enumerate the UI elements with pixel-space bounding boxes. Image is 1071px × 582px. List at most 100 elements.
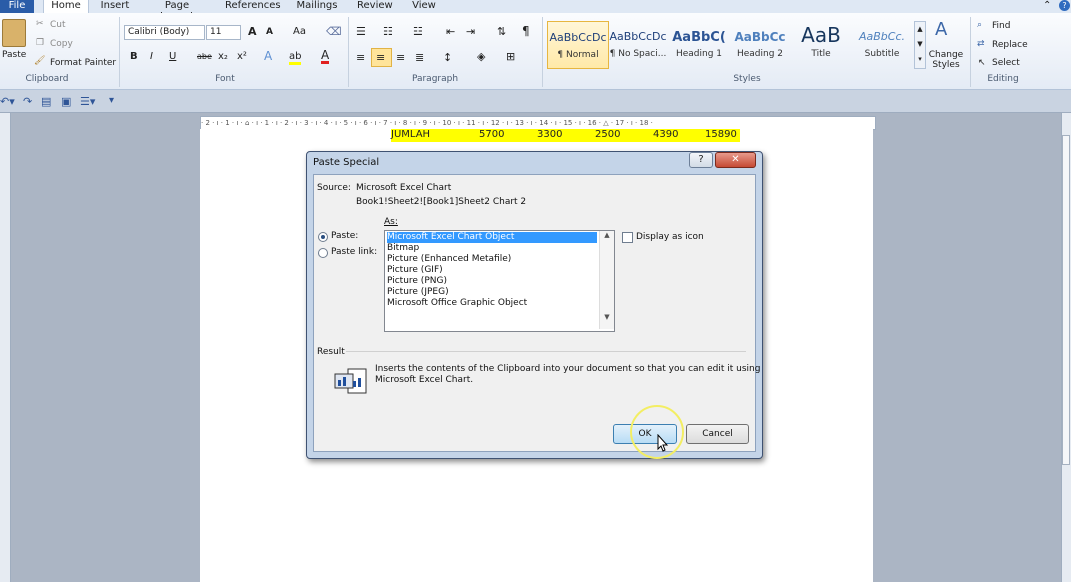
excel-chart-icon bbox=[334, 368, 368, 396]
font-size-select[interactable]: 11 bbox=[206, 25, 241, 40]
minimize-ribbon-icon[interactable]: ⌃ bbox=[1043, 0, 1051, 11]
style-name: Subtitle bbox=[864, 49, 900, 59]
bullets-qat-icon[interactable]: ☰▾ bbox=[80, 95, 95, 108]
show-marks-icon[interactable]: ¶ bbox=[522, 24, 530, 38]
align-left-icon[interactable]: ≡ bbox=[356, 51, 365, 64]
styles-group-label: Styles bbox=[733, 74, 761, 84]
grow-font-icon[interactable]: A bbox=[248, 25, 257, 38]
line-spacing-icon[interactable]: ↕ bbox=[443, 51, 452, 64]
display-as-icon-checkbox[interactable] bbox=[622, 232, 633, 243]
ribbon-tabs: File Home Insert Page Layout References … bbox=[0, 0, 1071, 22]
dialog-close-button[interactable]: ✕ bbox=[715, 152, 756, 168]
style-preview: AaBbCc bbox=[734, 30, 786, 44]
dialog-help-button[interactable]: ? bbox=[689, 152, 713, 168]
tab-view[interactable]: View bbox=[412, 0, 436, 13]
list-item[interactable]: Picture (PNG) bbox=[387, 276, 447, 287]
tab-insert[interactable]: Insert bbox=[99, 0, 131, 13]
text-effects-icon[interactable]: A bbox=[264, 49, 272, 63]
source-value: Microsoft Excel Chart bbox=[356, 183, 452, 193]
table-cell: 4390 bbox=[653, 129, 679, 140]
result-label: Result bbox=[317, 347, 345, 357]
listbox-scrollbar[interactable]: ▲ ▼ bbox=[599, 231, 614, 329]
underline-button[interactable]: U bbox=[169, 51, 176, 62]
style-normal[interactable]: AaBbCcDc ¶ Normal bbox=[547, 21, 609, 69]
copy-button[interactable]: Copy bbox=[50, 39, 73, 49]
format-painter-button[interactable]: Format Painter bbox=[50, 58, 116, 68]
horizontal-ruler[interactable]: · 2 · ı · 1 · ı · ⌂ · ı · 1 · ı · 2 · ı … bbox=[200, 116, 876, 130]
style-no-spacing[interactable]: AaBbCcDc ¶ No Spaci... bbox=[608, 21, 668, 67]
paste-icon[interactable] bbox=[2, 19, 26, 47]
align-right-icon[interactable]: ≡ bbox=[396, 51, 405, 64]
table-cell: 15890 bbox=[705, 129, 737, 140]
subscript-button[interactable]: x₂ bbox=[218, 51, 228, 62]
decrease-indent-icon[interactable]: ⇤ bbox=[446, 25, 455, 38]
cancel-button[interactable]: Cancel bbox=[686, 424, 749, 444]
style-title[interactable]: AaB Title bbox=[791, 21, 851, 67]
italic-button[interactable]: I bbox=[150, 51, 153, 62]
list-item[interactable]: Picture (GIF) bbox=[387, 265, 443, 276]
find-button[interactable]: Find bbox=[992, 21, 1010, 31]
replace-button[interactable]: Replace bbox=[992, 40, 1028, 50]
style-name: ¶ Normal bbox=[557, 50, 599, 60]
bullets-icon[interactable]: ☰ bbox=[356, 25, 366, 38]
paste-link-radio[interactable] bbox=[318, 248, 328, 258]
undo-icon[interactable]: ↶▾ bbox=[0, 95, 15, 108]
print-preview-icon[interactable]: ▤ bbox=[41, 95, 51, 108]
select-icon: ↖ bbox=[978, 58, 986, 68]
bold-button[interactable]: B bbox=[130, 51, 138, 62]
tab-page-layout[interactable]: Page Layout bbox=[148, 0, 206, 22]
tab-review[interactable]: Review bbox=[357, 0, 393, 13]
style-heading-1[interactable]: AaBbC( Heading 1 bbox=[669, 21, 729, 67]
highlight-color-button[interactable]: ab bbox=[289, 51, 302, 65]
align-center-icon[interactable]: ≡ bbox=[376, 51, 385, 64]
list-item[interactable]: Bitmap bbox=[387, 243, 419, 254]
shrink-font-icon[interactable]: A bbox=[266, 27, 273, 37]
change-styles-button[interactable]: Change Styles bbox=[928, 50, 964, 70]
result-text-line1: Inserts the contents of the Clipboard in… bbox=[375, 364, 761, 374]
strikethrough-button[interactable]: abe bbox=[197, 52, 212, 61]
select-button[interactable]: Select bbox=[992, 58, 1020, 68]
table-row: JUMLAH 5700 3300 2500 4390 15890 bbox=[391, 129, 740, 142]
multilevel-list-icon[interactable]: ☳ bbox=[413, 25, 423, 38]
paste-link-radio-label[interactable]: Paste link: bbox=[331, 247, 377, 257]
change-case-button[interactable]: Aa bbox=[293, 26, 306, 37]
customize-qat-icon[interactable]: ▾ bbox=[109, 95, 114, 106]
tab-references[interactable]: References bbox=[225, 0, 281, 13]
scrollbar-thumb[interactable] bbox=[1062, 135, 1070, 465]
tab-home[interactable]: Home bbox=[43, 0, 89, 13]
source-path: Book1!Sheet2![Book1]Sheet2 Chart 2 bbox=[356, 197, 527, 207]
style-preview: AaB bbox=[801, 23, 841, 46]
sort-icon[interactable]: ⇅ bbox=[497, 25, 506, 38]
increase-indent-icon[interactable]: ⇥ bbox=[466, 25, 475, 38]
find-icon: ⌕ bbox=[977, 20, 983, 30]
numbering-icon[interactable]: ☷ bbox=[383, 25, 393, 38]
paste-button[interactable]: Paste bbox=[2, 50, 26, 60]
help-icon[interactable]: ? bbox=[1059, 0, 1070, 11]
superscript-button[interactable]: x² bbox=[237, 51, 247, 62]
list-item[interactable]: Picture (Enhanced Metafile) bbox=[387, 254, 511, 265]
tab-file[interactable]: File bbox=[0, 0, 34, 13]
save-icon[interactable]: ▣ bbox=[61, 95, 71, 108]
clear-formatting-icon[interactable]: ⌫ bbox=[326, 25, 342, 38]
paste-as-listbox[interactable]: Microsoft Excel Chart Object Bitmap Pict… bbox=[384, 230, 615, 332]
list-item[interactable]: Microsoft Excel Chart Object bbox=[387, 232, 597, 243]
quick-access-toolbar: ↶▾ ↷ ▤ ▣ ☰▾ ▾ bbox=[0, 90, 1071, 113]
shading-icon[interactable]: ◈ bbox=[477, 50, 485, 63]
cut-icon: ✂ bbox=[36, 19, 44, 29]
font-family-select[interactable]: Calibri (Body) bbox=[124, 25, 205, 40]
paste-radio[interactable] bbox=[318, 232, 328, 242]
as-label: As: bbox=[384, 217, 398, 227]
style-subtitle[interactable]: AaBbCc. Subtitle bbox=[852, 21, 912, 67]
display-as-icon-label[interactable]: Display as icon bbox=[636, 232, 704, 242]
paste-radio-label[interactable]: Paste: bbox=[331, 231, 358, 241]
redo-icon[interactable]: ↷ bbox=[23, 95, 32, 108]
font-color-button[interactable]: A bbox=[321, 49, 330, 64]
list-item[interactable]: Microsoft Office Graphic Object bbox=[387, 298, 527, 309]
styles-scroll[interactable]: ▲ ▼ ▾ bbox=[914, 21, 926, 69]
borders-icon[interactable]: ⊞ bbox=[506, 50, 515, 63]
justify-icon[interactable]: ≣ bbox=[415, 51, 424, 64]
tab-mailings[interactable]: Mailings bbox=[296, 0, 338, 13]
list-item[interactable]: Picture (JPEG) bbox=[387, 287, 449, 298]
style-heading-2[interactable]: AaBbCc Heading 2 bbox=[730, 21, 790, 67]
cut-button[interactable]: Cut bbox=[50, 20, 66, 30]
